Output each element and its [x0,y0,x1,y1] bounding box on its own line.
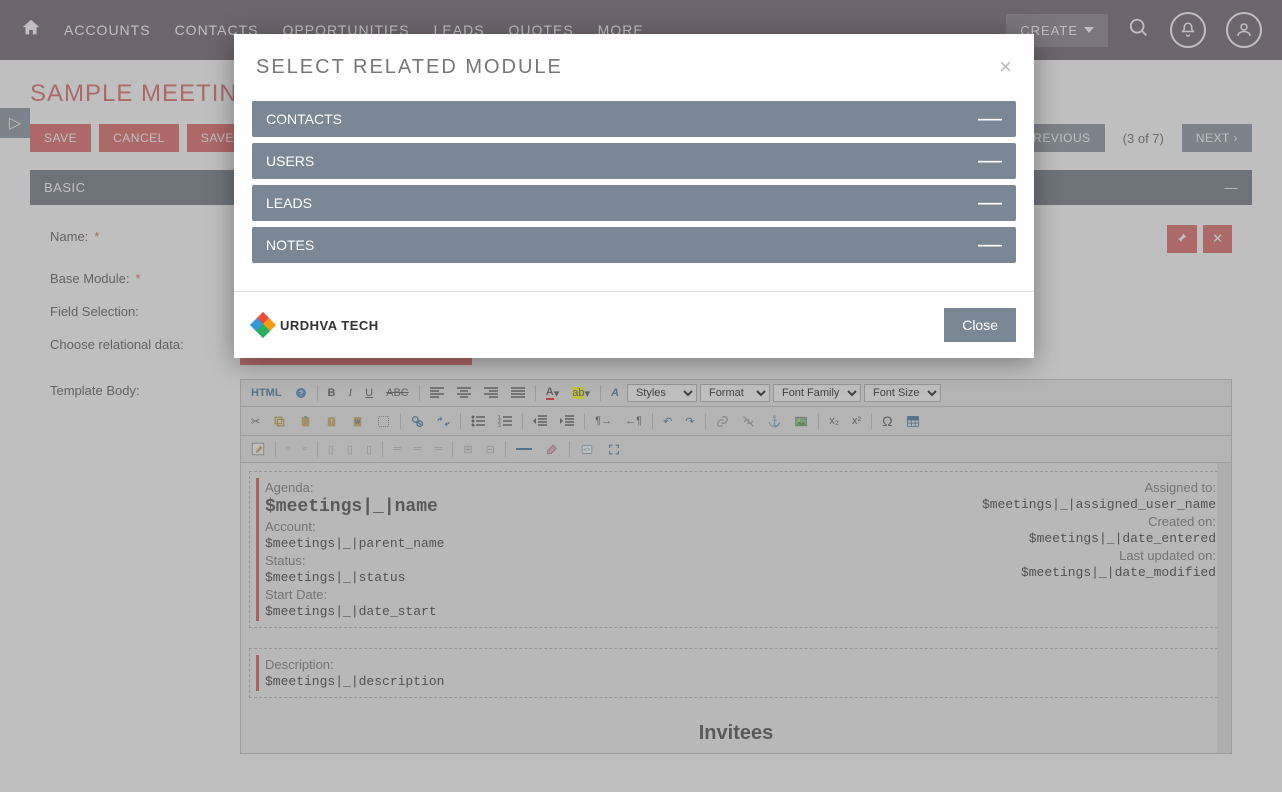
module-row-contacts[interactable]: CONTACTS — [252,101,1016,137]
module-row-users[interactable]: USERS — [252,143,1016,179]
module-label: CONTACTS [266,111,342,127]
minus-icon: — [978,113,1002,125]
module-label: USERS [266,153,314,169]
modal-close-icon[interactable]: × [999,56,1012,78]
footer-logo: URDHVA TECH [252,314,379,336]
minus-icon: — [978,155,1002,167]
modal-close-button[interactable]: Close [944,308,1016,342]
module-row-notes[interactable]: NOTES — [252,227,1016,263]
logo-mark-icon [252,314,274,336]
logo-text: URDHVA TECH [280,318,379,333]
minus-icon: — [978,197,1002,209]
minus-icon: — [978,239,1002,251]
module-row-leads[interactable]: LEADS — [252,185,1016,221]
modal-title: SELECT RELATED MODULE [256,56,563,79]
module-label: LEADS [266,195,312,211]
module-label: NOTES [266,237,314,253]
select-related-module-modal: SELECT RELATED MODULE × CONTACTS — USERS… [234,34,1034,358]
